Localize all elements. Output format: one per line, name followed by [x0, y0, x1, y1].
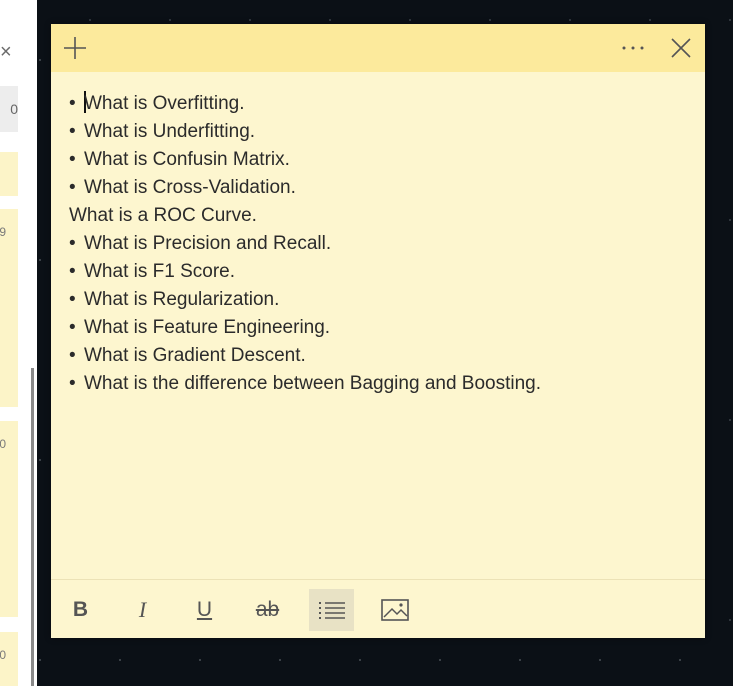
notes-list-close-icon[interactable]: ×	[0, 42, 18, 62]
note-line: • What is F1 Score.	[69, 258, 689, 286]
new-note-button[interactable]	[51, 24, 99, 72]
note-header[interactable]	[51, 24, 705, 72]
image-icon	[380, 599, 409, 621]
notes-list-scrollbar[interactable]	[31, 368, 34, 686]
note-line: • What is Feature Engineering.	[69, 314, 689, 342]
note-line-text: What is Gradient Descent.	[84, 345, 306, 366]
note-line: • What is Precision and Recall.	[69, 230, 689, 258]
note-card[interactable]: 9	[0, 209, 18, 407]
list-bullet: •	[69, 93, 76, 114]
strikethrough-button[interactable]: ab	[245, 589, 290, 631]
note-line-text: What is a ROC Curve.	[69, 205, 257, 226]
note-card-date: 0	[0, 648, 6, 662]
italic-button[interactable]: I	[120, 589, 165, 631]
menu-button[interactable]	[609, 24, 657, 72]
note-line: • What is Gradient Descent.	[69, 342, 689, 370]
list-bullet: •	[69, 177, 76, 198]
bullet-list-icon	[318, 602, 345, 619]
list-bullet: •	[69, 261, 76, 282]
notes-search-input[interactable]: 0	[0, 86, 18, 132]
bullet-list-button[interactable]	[309, 589, 354, 631]
note-line: • What is Overfitting.	[69, 90, 689, 118]
more-icon	[622, 46, 644, 50]
note-line-text: What is Confusin Matrix.	[84, 149, 290, 170]
underline-button[interactable]: U	[182, 589, 227, 631]
note-card[interactable]: 0	[0, 632, 18, 686]
close-note-button[interactable]	[657, 24, 705, 72]
note-card[interactable]: 0	[0, 421, 18, 617]
note-line-text: What is F1 Score.	[84, 261, 235, 282]
sticky-note-window: • What is Overfitting. • What is Underfitt…	[51, 24, 705, 638]
note-line-text: What is Precision and Recall.	[84, 233, 332, 254]
close-icon	[671, 38, 691, 58]
note-line: What is a ROC Curve.	[69, 202, 689, 230]
list-bullet: •	[69, 121, 76, 142]
list-bullet: •	[69, 317, 76, 338]
note-card-date: 9	[0, 225, 6, 239]
plus-icon	[64, 37, 86, 59]
note-card[interactable]	[0, 152, 18, 196]
note-line-text: What is the difference between Bagging a…	[84, 373, 542, 394]
bold-button[interactable]: B	[58, 589, 103, 631]
note-line-text: What is Overfitting.	[84, 93, 245, 114]
note-card-date: 0	[0, 437, 6, 451]
list-bullet: •	[69, 373, 76, 394]
insert-image-button[interactable]	[372, 589, 417, 631]
note-line-text: What is Feature Engineering.	[84, 317, 331, 338]
note-line: • What is Regularization.	[69, 286, 689, 314]
note-line-text: What is Cross-Validation.	[84, 177, 296, 198]
note-text-area[interactable]: • What is Overfitting. • What is Underfitt…	[69, 90, 689, 398]
formatting-toolbar: B I U ab	[51, 579, 705, 638]
list-bullet: •	[69, 149, 76, 170]
note-line-text: What is Underfitting.	[84, 121, 256, 142]
note-line: • What is Underfitting.	[69, 118, 689, 146]
note-line: • What is Confusin Matrix.	[69, 146, 689, 174]
note-line: • What is Cross-Validation.	[69, 174, 689, 202]
list-bullet: •	[69, 289, 76, 310]
list-bullet: •	[69, 233, 76, 254]
note-line-text: What is Regularization.	[84, 289, 280, 310]
notes-list-panel: × 0 9 0 0	[0, 0, 37, 686]
list-bullet: •	[69, 345, 76, 366]
note-line: • What is the difference between Bagging …	[69, 370, 689, 398]
